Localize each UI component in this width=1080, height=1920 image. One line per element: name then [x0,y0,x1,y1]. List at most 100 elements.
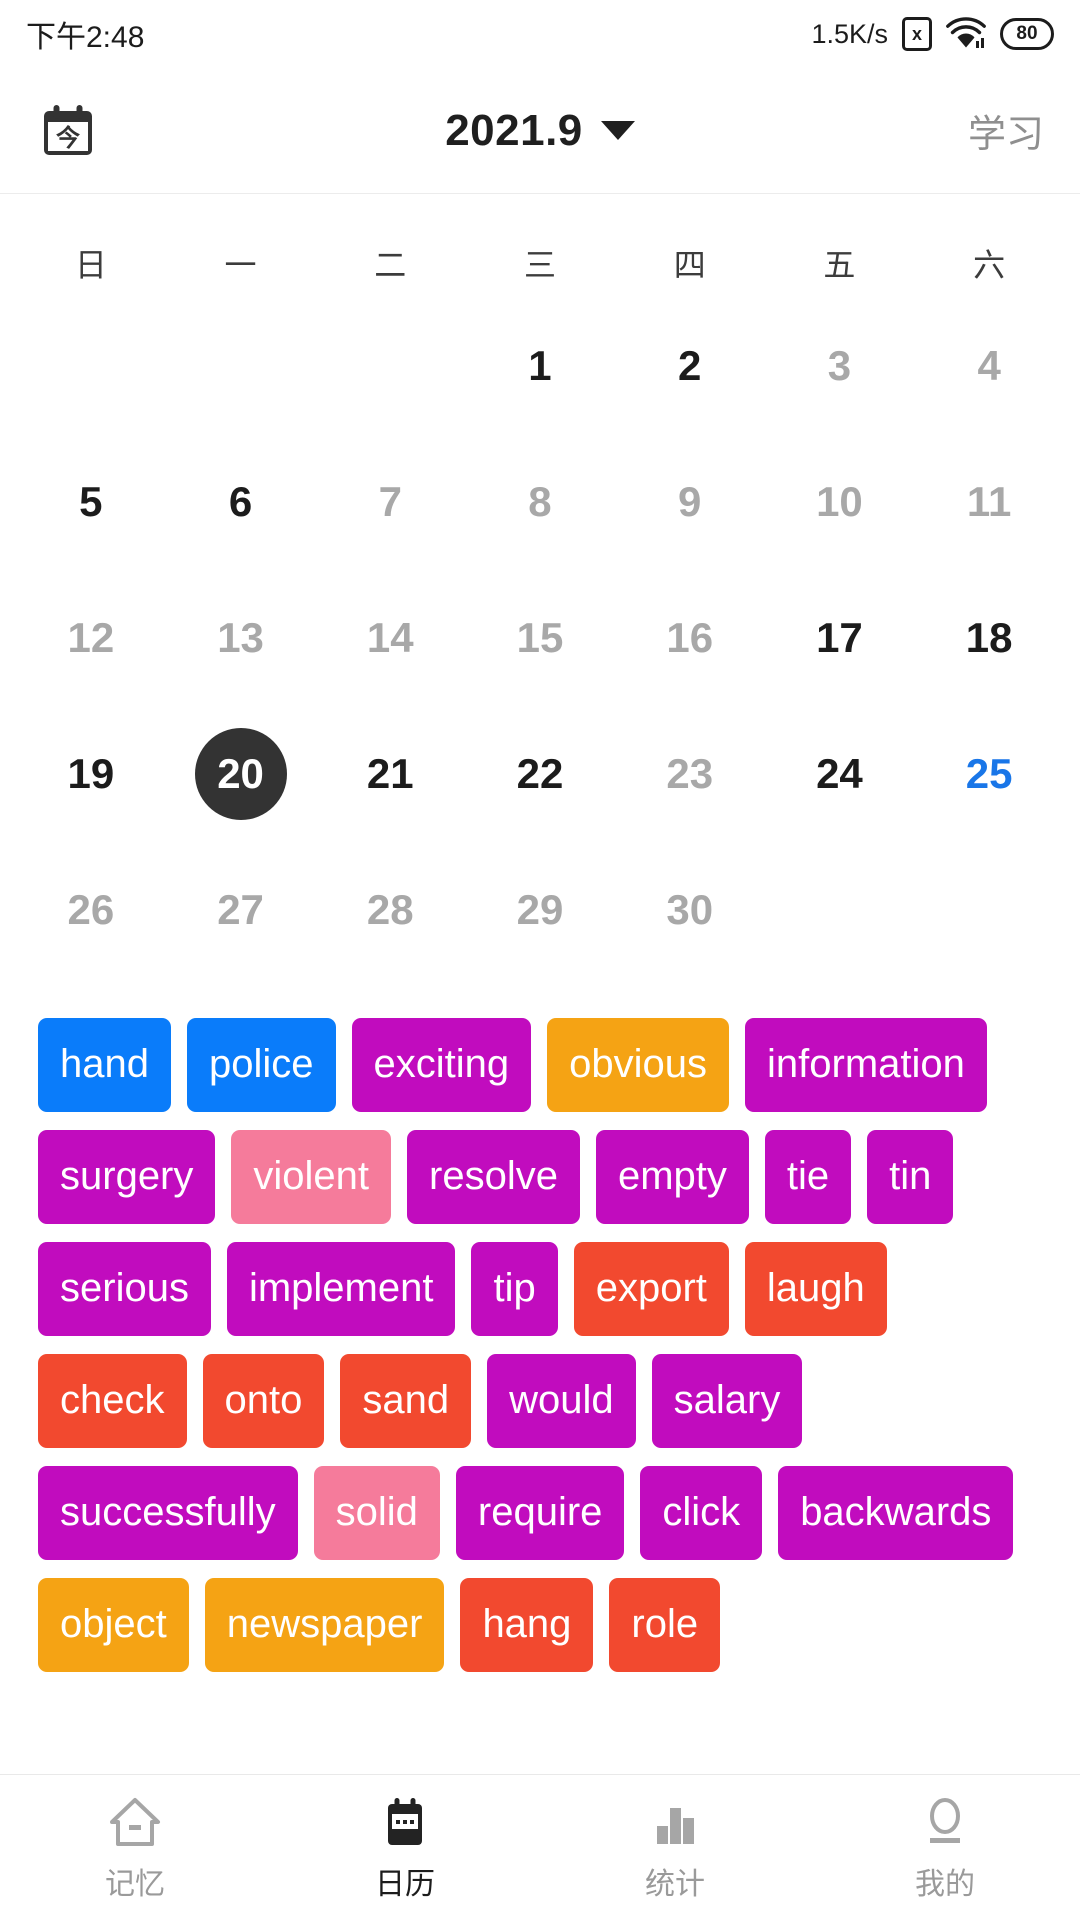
battery-icon: 80 [1000,18,1054,50]
word-tag[interactable]: violent [231,1130,392,1224]
calendar-day-8[interactable]: 8 [465,446,615,558]
today-calendar-icon[interactable]: 今 [36,99,100,163]
calendar-day-7[interactable]: 7 [315,446,465,558]
word-tag[interactable]: hang [460,1578,594,1672]
word-tag[interactable]: information [745,1018,987,1112]
nav-item-memory[interactable]: 记忆 [0,1793,270,1903]
calendar-week-row: 12 13 14 15 16 17 18 [16,582,1064,694]
word-tag[interactable]: tip [471,1242,558,1336]
calendar-day-18[interactable]: 18 [914,582,1064,694]
word-tag[interactable]: successfully [38,1466,298,1560]
word-tag[interactable]: require [455,1466,625,1560]
calendar-day-30[interactable]: 30 [615,854,765,966]
word-tag[interactable]: tin [867,1130,954,1224]
calendar-day-17[interactable]: 17 [765,582,915,694]
calendar-day-24[interactable]: 24 [765,718,915,830]
calendar-day-number: 30 [666,886,714,933]
nav-label: 记忆 [105,1867,165,1901]
calendar-day-number: 19 [67,750,115,797]
nav-label: 我的 [915,1867,975,1901]
calendar-day-10[interactable]: 10 [765,446,915,558]
word-tag[interactable]: hand [38,1018,171,1112]
calendar-day-number: 23 [666,750,714,797]
calendar-day-14[interactable]: 14 [315,582,465,694]
calendar-day-16[interactable]: 16 [615,582,765,694]
calendar-day-25[interactable]: 25 [914,718,1064,830]
calendar-day-number [793,864,885,956]
calendar-day-3[interactable]: 3 [765,310,915,422]
calendar-day-12[interactable]: 12 [16,582,166,694]
calendar-day-2[interactable]: 2 [615,310,765,422]
weekday-label: 六 [973,247,1006,283]
word-tag[interactable]: newspaper [204,1578,445,1672]
calendar-week-row: 5 6 7 8 9 10 11 [16,446,1064,558]
today-glyph: 今 [56,124,80,152]
nav-item-calendar[interactable]: 日历 [270,1793,540,1903]
calendar-day-empty [16,310,166,422]
calendar-day-27[interactable]: 27 [166,854,316,966]
calendar-day-number: 21 [366,750,414,797]
calendar-day-number: 11 [966,478,1012,525]
word-tag[interactable]: solid [313,1466,440,1560]
word-tag[interactable]: salary [651,1354,803,1448]
calendar-day-19[interactable]: 19 [16,718,166,830]
app-header: 今 2021.9 学习 [0,68,1080,194]
calendar-day-number: 8 [528,478,552,525]
calendar-day-1[interactable]: 1 [465,310,615,422]
word-tag[interactable]: check [38,1354,187,1448]
page-title: 2021.9 [445,105,583,155]
chevron-down-icon[interactable] [600,121,635,140]
status-time: 下午2:48 [26,21,145,54]
word-tag[interactable]: laugh [744,1242,887,1336]
calendar-day-6[interactable]: 6 [166,446,316,558]
calendar-week-row: 19 20 21 22 23 24 25 [16,718,1064,830]
calendar-day-29[interactable]: 29 [465,854,615,966]
study-button[interactable]: 学习 [968,103,1044,158]
calendar-day-26[interactable]: 26 [16,854,166,966]
word-tag[interactable]: would [487,1354,636,1448]
calendar-day-number: 16 [666,614,714,661]
person-icon [918,1793,972,1849]
word-tag[interactable]: click [640,1466,763,1560]
word-tag[interactable]: object [38,1578,189,1672]
calendar-day-5[interactable]: 5 [16,446,166,558]
calendar-day-4[interactable]: 4 [914,310,1064,422]
nav-item-statistics[interactable]: 统计 [540,1793,810,1903]
calendar-day-13[interactable]: 13 [166,582,316,694]
word-tag[interactable]: onto [202,1354,325,1448]
calendar-day-20[interactable]: 20 [166,718,316,830]
calendar-day-11[interactable]: 11 [914,446,1064,558]
word-tag[interactable]: backwards [778,1466,1014,1560]
word-tag[interactable]: surgery [38,1130,216,1224]
weekday-label: 三 [523,247,556,283]
calendar-day-number: 4 [977,342,1001,389]
calendar-day-23[interactable]: 23 [615,718,765,830]
month-selector[interactable]: 2021.9 [0,106,1080,156]
word-tag[interactable]: implement [226,1242,456,1336]
calendar-weeks: 1 2 3 4 5 6 7 8 9 10 11 12 13 14 15 16 17 18 19 20 21 22 23 24 2… [16,310,1064,966]
calendar-week-row: 1 2 3 4 [16,310,1064,422]
word-tag[interactable]: serious [38,1242,211,1336]
calendar-day-21[interactable]: 21 [315,718,465,830]
calendar-week-row: 26 27 28 29 30 [16,854,1064,966]
word-tag[interactable]: obvious [547,1018,729,1112]
word-tag[interactable]: police [186,1018,336,1112]
word-tag[interactable]: tie [764,1130,852,1224]
weekday-label: 一 [224,247,257,283]
nav-label: 统计 [645,1867,705,1901]
calendar-day-15[interactable]: 15 [465,582,615,694]
calendar-day-9[interactable]: 9 [615,446,765,558]
word-tag[interactable]: role [609,1578,721,1672]
calendar-day-number [195,320,287,412]
calendar-day-28[interactable]: 28 [315,854,465,966]
word-tag[interactable]: empty [595,1130,749,1224]
word-tag[interactable]: export [573,1242,729,1336]
word-tag[interactable]: exciting [351,1018,532,1112]
nav-item-profile[interactable]: 我的 [810,1793,1080,1903]
calendar-day-22[interactable]: 22 [465,718,615,830]
calendar-day-empty [765,854,915,966]
status-indicators: 1.5K/s x 80 [811,17,1054,51]
word-tag[interactable]: sand [340,1354,472,1448]
word-tag[interactable]: resolve [407,1130,580,1224]
calendar-day-number [943,864,1035,956]
